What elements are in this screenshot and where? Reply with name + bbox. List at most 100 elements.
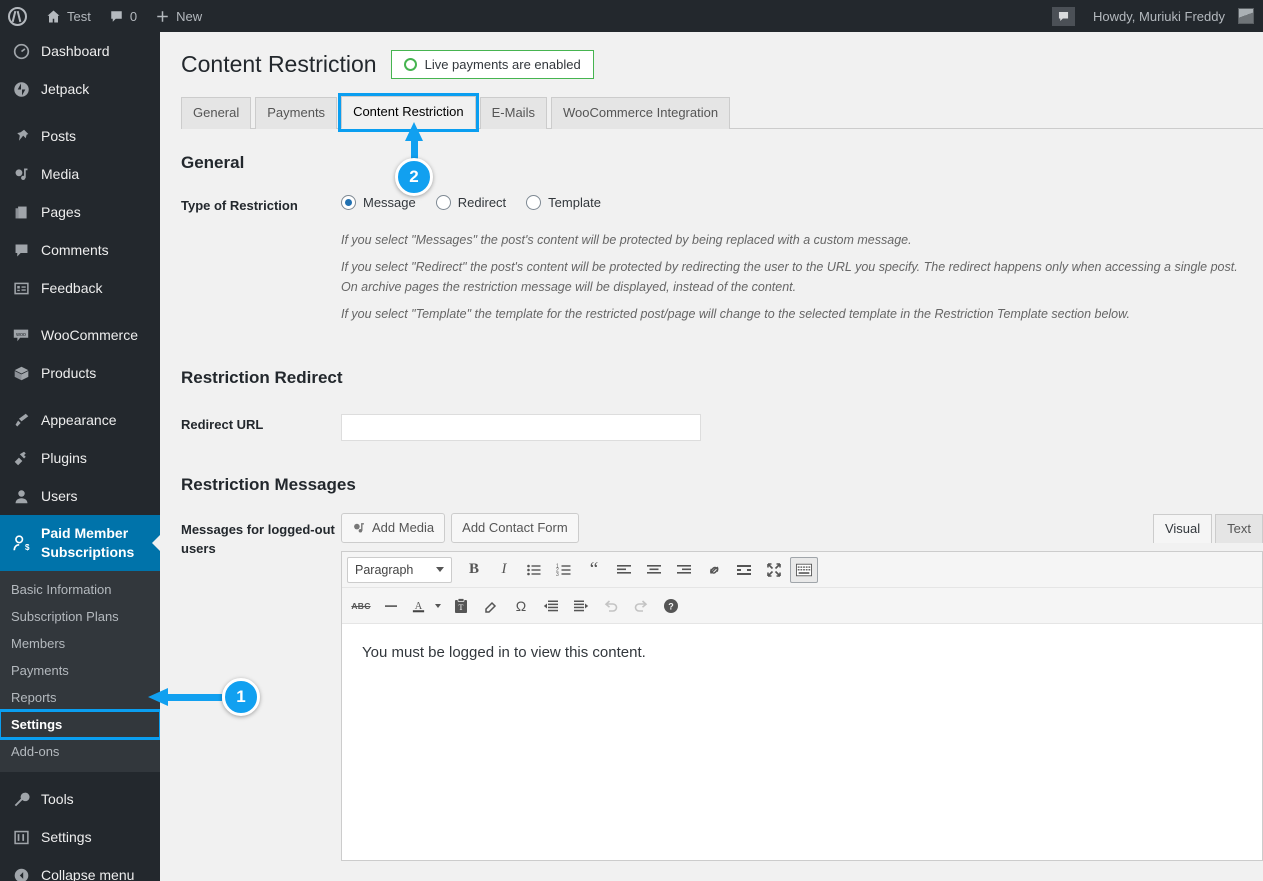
radio-input-redirect[interactable] (435, 195, 451, 211)
collapse-arrow-icon (11, 866, 31, 881)
sidebar-item-appearance[interactable]: Appearance (0, 401, 160, 439)
submenu-item-basic-information[interactable]: Basic Information (0, 576, 160, 603)
restriction-type-help: If you select "Messages" the post's cont… (341, 231, 1246, 325)
redirect-url-label: Redirect URL (181, 416, 264, 432)
logged-out-messages-label: Messages for logged-out users (181, 521, 335, 557)
sidebar-item-users[interactable]: Users (0, 477, 160, 515)
help-template-text: If you select "Template" the template fo… (341, 307, 1130, 322)
new-content-menu[interactable]: New (146, 0, 211, 32)
plus-icon (157, 10, 168, 22)
align-right-button[interactable] (670, 557, 698, 583)
submenu-item-subscription-plans[interactable]: Subscription Plans (0, 603, 160, 630)
sidebar-item-label: WooCommerce (41, 326, 138, 343)
comment-bubble-icon (111, 10, 122, 22)
increase-indent-icon (574, 600, 589, 612)
callout-1-arrow-line (167, 694, 222, 701)
clear-formatting-button[interactable] (477, 593, 505, 619)
fullscreen-button[interactable] (760, 557, 788, 583)
restriction-type-label: Type of Restriction (181, 198, 298, 214)
submenu-item-add-ons[interactable]: Add-ons (0, 738, 160, 765)
comments-menu[interactable]: 0 (100, 0, 146, 32)
tab-emails[interactable]: E-Mails (479, 96, 547, 130)
sidebar-item-products[interactable]: Products (0, 354, 160, 392)
collapse-menu-button[interactable]: Collapse menu (0, 857, 160, 881)
feedback-icon (11, 278, 31, 298)
submenu-item-members[interactable]: Members (0, 630, 160, 657)
decrease-indent-button[interactable] (537, 593, 565, 619)
svg-text:?: ? (668, 601, 674, 611)
notifications-menu[interactable] (1043, 0, 1084, 32)
sidebar-item-pages[interactable]: Pages (0, 193, 160, 231)
kitchen-sink-button[interactable] (790, 556, 818, 583)
special-character-button[interactable]: Ω (507, 593, 535, 619)
read-more-button[interactable] (730, 557, 758, 583)
submenu-item-settings[interactable]: Settings (0, 708, 162, 740)
insert-link-icon (710, 566, 719, 574)
sidebar-item-label: Tools (41, 791, 74, 808)
insert-link-button[interactable] (700, 557, 728, 583)
strikethrough-button[interactable]: ABC (347, 593, 375, 619)
align-left-button[interactable] (610, 557, 638, 583)
tab-woocommerce-integration[interactable]: WooCommerce Integration (550, 96, 731, 130)
radio-option-template[interactable]: Template (526, 195, 601, 211)
sidebar-item-comments[interactable]: Comments (0, 231, 160, 269)
restriction-type-radio-group: Message Redirect Template (341, 195, 1263, 211)
tab-text[interactable]: Text (1215, 513, 1263, 543)
sidebar-item-label: Products (41, 364, 97, 381)
sidebar-item-woocommerce[interactable]: woo WooCommerce (0, 316, 160, 354)
sidebar-item-jetpack[interactable]: Jetpack (0, 70, 160, 108)
comments-count: 0 (129, 8, 138, 24)
blockquote-button[interactable]: “ (580, 557, 608, 583)
numbered-list-button[interactable]: 1 2 3 (550, 557, 578, 583)
italic-button[interactable]: I (490, 557, 518, 583)
increase-indent-button[interactable] (567, 593, 595, 619)
submenu-item-payments[interactable]: Payments (0, 657, 160, 684)
text-color-dropdown[interactable] (431, 593, 445, 619)
redirect-url-row: Redirect URL (181, 413, 1263, 441)
sidebar-item-paid-member-subscriptions[interactable]: $ Paid Member Subscriptions (0, 515, 160, 571)
format-select[interactable]: Paragraph (347, 556, 452, 583)
keyboard-help-button[interactable]: ? (657, 593, 685, 619)
sidebar-item-feedback[interactable]: Feedback (0, 269, 160, 307)
bulleted-list-button[interactable] (520, 557, 548, 583)
sidebar-item-label: Media (41, 165, 80, 182)
radio-input-message[interactable] (341, 195, 356, 211)
sidebar-item-tools[interactable]: Tools (0, 781, 160, 819)
horizontal-rule-button[interactable] (377, 593, 405, 619)
wordpress-logo-button[interactable] (0, 0, 37, 32)
redo-button[interactable] (627, 593, 655, 619)
redirect-url-input[interactable] (341, 413, 701, 441)
editor-content-area[interactable]: You must be logged in to view this conte… (342, 623, 1262, 860)
tab-general[interactable]: General (181, 96, 252, 130)
sidebar-item-plugins[interactable]: Plugins (0, 439, 160, 477)
site-name-menu[interactable]: Test (37, 0, 100, 32)
submenu-item-reports[interactable]: Reports (0, 684, 160, 711)
svg-text:$: $ (25, 543, 30, 552)
settings-sliders-icon (11, 828, 31, 848)
callout-marker-1: 1 (222, 678, 260, 716)
tab-visual[interactable]: Visual (1152, 513, 1213, 543)
add-media-button[interactable]: Add Media (341, 512, 446, 543)
sidebar-item-posts[interactable]: Posts (0, 117, 160, 155)
radio-option-message[interactable]: Message (341, 195, 416, 211)
fullscreen-icon (767, 562, 781, 577)
sidebar-item-dashboard[interactable]: Dashboard (0, 32, 160, 70)
undo-button[interactable] (597, 593, 625, 619)
my-account-menu[interactable]: Howdy, Muriuki Freddy (1084, 0, 1263, 32)
align-center-button[interactable] (640, 557, 668, 583)
sidebar-item-media[interactable]: Media (0, 155, 160, 193)
sidebar-item-label: Settings (41, 829, 92, 846)
bold-button[interactable]: B (460, 557, 488, 583)
add-contact-form-button[interactable]: Add Contact Form (451, 512, 579, 543)
sidebar-item-label: Pages (41, 203, 81, 220)
status-badge: Live payments are enabled (390, 50, 594, 80)
text-color-button[interactable]: A (407, 593, 429, 619)
radio-option-redirect[interactable]: Redirect (435, 195, 506, 211)
paste-as-text-button[interactable]: T (447, 593, 475, 619)
help-redirect-text: If you select "Redirect" the post's cont… (341, 260, 1238, 294)
decrease-indent-icon (543, 600, 558, 612)
page-title: Content Restriction (181, 51, 377, 77)
tab-payments[interactable]: Payments (255, 96, 338, 130)
radio-input-template[interactable] (526, 195, 542, 211)
sidebar-item-settings[interactable]: Settings (0, 819, 160, 857)
